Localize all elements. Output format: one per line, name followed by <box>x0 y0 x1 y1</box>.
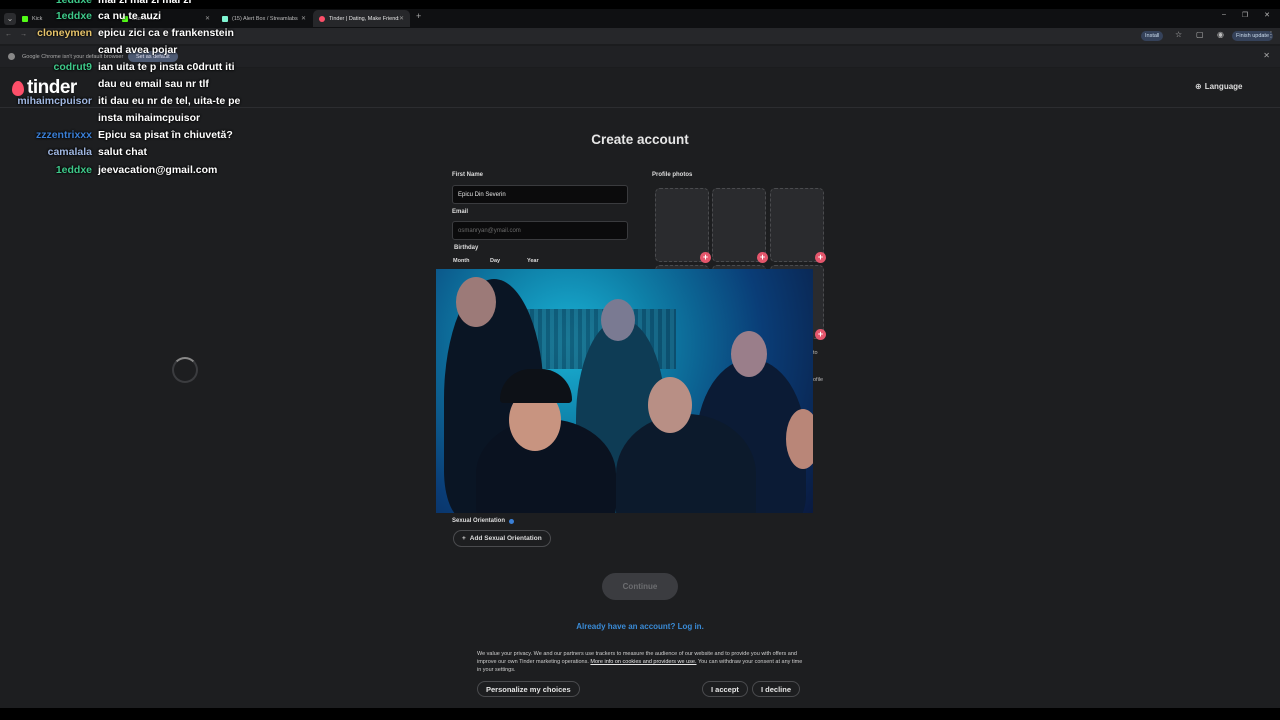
back-icon[interactable]: ← <box>5 31 12 38</box>
install-button[interactable]: Install <box>1141 31 1164 41</box>
chat-text: jeevacation@gmail.com <box>98 164 218 176</box>
photo-tip-text: ofile <box>813 377 824 383</box>
extensions-icon[interactable]: ▢ <box>1196 30 1204 39</box>
close-tab-icon[interactable]: ✕ <box>301 15 306 22</box>
add-sexual-orientation-button[interactable]: + Add Sexual Orientation <box>453 530 551 547</box>
face <box>456 277 496 327</box>
add-photo-icon[interactable]: + <box>815 252 826 263</box>
minimize-icon[interactable]: – <box>1222 11 1226 19</box>
email-input[interactable]: osmanryan@ymail.com <box>452 221 628 240</box>
photo-slot[interactable] <box>655 188 709 262</box>
add-photo-icon[interactable]: + <box>700 252 711 263</box>
email-label: Email <box>452 209 469 215</box>
sexual-orientation-label: Sexual Orientation <box>452 518 515 524</box>
first-name-label: First Name <box>452 172 484 178</box>
chat-username: zzzentrixxx <box>35 129 92 141</box>
accept-cookies-button[interactable]: I accept <box>702 681 748 697</box>
profile-photos-label: Profile photos <box>652 172 693 178</box>
chat-text: Epicu sa pisat în chiuvetă? <box>98 129 233 141</box>
close-window-icon[interactable]: ✕ <box>1264 11 1270 19</box>
chat-text: ca nu te auzi <box>98 10 162 22</box>
cookie-info-link[interactable]: More info on cookies and providers we us… <box>590 659 696 665</box>
profile-icon[interactable]: ◉ <box>1217 30 1224 39</box>
personalize-choices-button[interactable]: Personalize my choices <box>477 681 580 697</box>
tab-search-button[interactable]: ⌄ <box>4 12 16 25</box>
window-controls: – ❐ ✕ <box>1222 11 1270 19</box>
cookie-notice: We value your privacy. We and our partne… <box>477 651 803 673</box>
face <box>786 409 813 469</box>
decline-cookies-button[interactable]: I decline <box>752 681 801 697</box>
face <box>601 299 635 341</box>
chat-text: epicu zici ca e frankenstein cand avea p… <box>98 27 234 56</box>
continue-button[interactable]: Continue <box>602 573 678 600</box>
tinder-flame-icon <box>319 15 325 22</box>
photo-slot[interactable] <box>770 188 824 262</box>
face <box>731 331 767 377</box>
chat-username: 1eddxe <box>55 10 92 22</box>
chrome-icon <box>8 53 15 60</box>
loading-spinner <box>172 357 198 383</box>
login-link[interactable]: Already have an account? Log in. <box>0 622 1280 631</box>
chat-text: ian uita te p insta c0drutt iti dau eu e… <box>98 61 235 90</box>
chat-username: mihaimcpuisor <box>17 95 92 107</box>
bookmark-star-icon[interactable]: ☆ <box>1175 30 1182 39</box>
chat-username: cloneymen <box>37 27 92 39</box>
plus-icon: + <box>462 535 466 542</box>
birthday-day-label[interactable]: Day <box>490 258 500 264</box>
birthday-month-label[interactable]: Month <box>453 258 470 264</box>
first-name-input[interactable]: Epicu Din Severin <box>452 185 628 204</box>
birthday-label: Birthday <box>454 245 479 251</box>
kick-icon <box>22 15 28 22</box>
tab-tinder[interactable]: Tinder | Dating, Make Friends ✕ <box>313 10 410 27</box>
birthday-year-label[interactable]: Year <box>527 258 539 264</box>
forward-icon[interactable]: → <box>20 31 27 38</box>
maximize-icon[interactable]: ❐ <box>1242 11 1248 19</box>
nav-buttons: ← → <box>5 31 27 38</box>
chat-username: 1eddxe <box>55 164 92 176</box>
close-infobar-icon[interactable]: ✕ <box>1263 51 1270 60</box>
chat-text: iti dau eu nr de tel, uita-te pe insta m… <box>98 95 241 124</box>
language-button[interactable]: ⊕ Language <box>1195 82 1242 91</box>
photo-tip-text: to <box>813 350 818 356</box>
face <box>648 377 692 433</box>
new-tab-icon[interactable]: + <box>416 11 421 21</box>
chat-text: salut chat <box>98 146 148 158</box>
globe-icon: ⊕ <box>1195 82 1202 91</box>
photo-slot[interactable] <box>712 188 766 262</box>
add-photo-icon[interactable]: + <box>757 252 768 263</box>
close-tab-icon[interactable]: ✕ <box>399 15 404 22</box>
add-photo-icon[interactable]: + <box>815 329 826 340</box>
info-icon[interactable] <box>509 518 515 524</box>
chat-username: camalala <box>47 146 92 158</box>
chat-username: codrut9 <box>53 61 92 73</box>
more-menu-icon[interactable]: ⋮ <box>1267 30 1275 39</box>
webcam-overlay <box>436 269 813 513</box>
bottom-edge <box>0 708 1280 720</box>
